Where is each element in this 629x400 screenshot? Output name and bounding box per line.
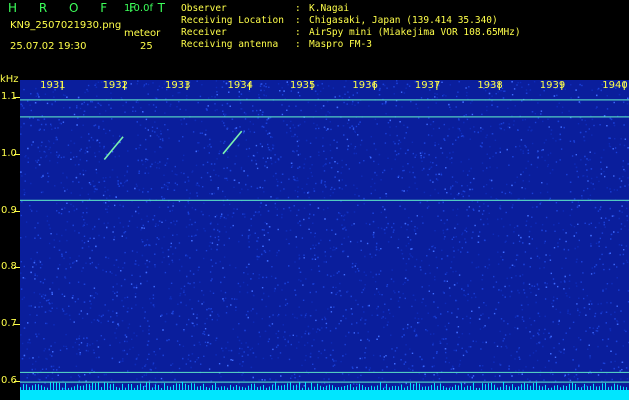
info-separator: : [295, 3, 301, 14]
y-axis-unit: kHz [0, 74, 19, 85]
count-label: 25 [140, 41, 153, 52]
spectrogram-canvas: 1931 1932 1933 1934 1935 1936 1937 1938 1939 1940 [20, 80, 629, 400]
info-value: Chigasaki, Japan (139.414 35.340) [309, 15, 498, 26]
filename-label: KN9_2507021930.png [10, 20, 122, 31]
info-value: Maspro FM-3 [309, 39, 372, 50]
info-label: Observer [181, 3, 227, 14]
info-separator: : [295, 39, 301, 50]
info-label: Receiving antenna [181, 39, 279, 50]
signal-level-band [20, 390, 629, 400]
version-label: 1.0.0f [124, 3, 153, 14]
datetime-label: 25.07.02 19:30 [10, 41, 87, 52]
station-info: Observer : K.Nagai Receiving Location : … [181, 3, 521, 51]
info-value: AirSpy mini (Miakejima VOR 108.65MHz) [309, 27, 521, 38]
mode-label: meteor [124, 28, 161, 39]
info-value: K.Nagai [309, 3, 350, 14]
info-separator: : [295, 15, 301, 26]
hrofft-window: H R O F F T 1.0.0f KN9_2507021930.png me… [0, 0, 629, 400]
info-label: Receiver [181, 27, 227, 38]
info-separator: : [295, 27, 301, 38]
info-label: Receiving Location [181, 15, 284, 26]
